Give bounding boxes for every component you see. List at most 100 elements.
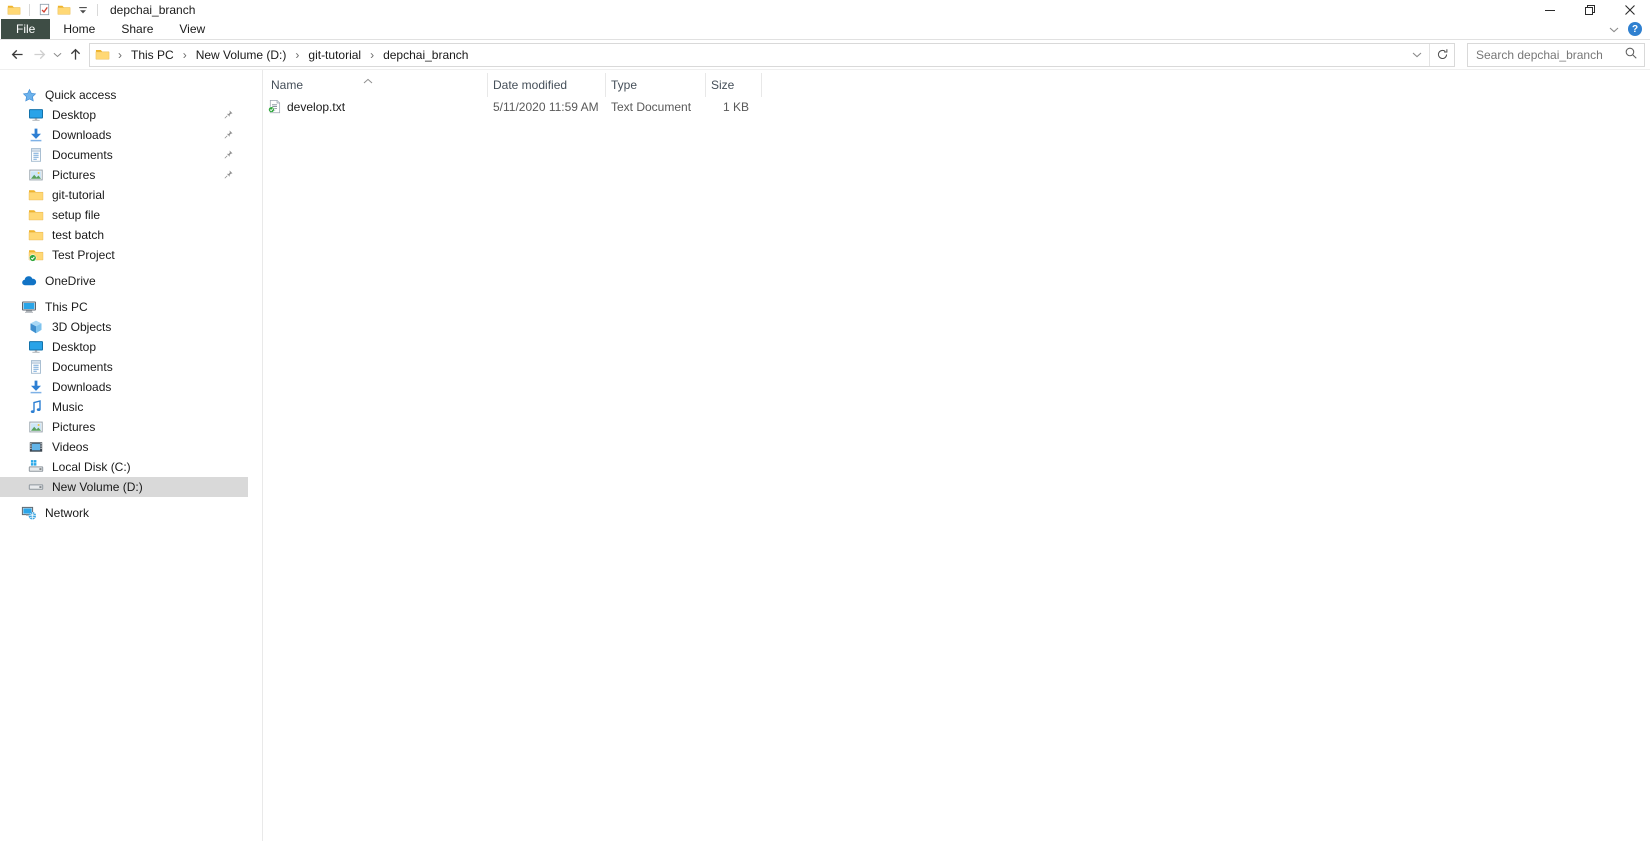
column-header-size[interactable]: Size [706, 73, 762, 97]
onedrive-cloud-icon [21, 273, 37, 289]
sidebar-item-label: Documents [52, 360, 113, 374]
sidebar-item-test-project[interactable]: Test Project [0, 245, 248, 265]
app-folder-icon [7, 3, 21, 17]
file-row-develop-txt[interactable]: develop.txt 5/11/2020 11:59 AM Text Docu… [263, 97, 1650, 116]
column-header-date-modified[interactable]: Date modified [488, 73, 606, 97]
music-icon [28, 399, 44, 415]
expand-ribbon-icon[interactable] [1609, 22, 1619, 36]
sidebar-item-label: New Volume (D:) [52, 480, 143, 494]
sidebar-section-onedrive[interactable]: OneDrive [0, 271, 248, 291]
star-icon [21, 87, 37, 103]
sidebar-item-label: Desktop [52, 108, 97, 122]
breadcrumb-this-pc[interactable]: This PC [126, 48, 179, 62]
sidebar-item-label: Downloads [52, 380, 112, 394]
breadcrumb-separator: › [182, 47, 187, 62]
breadcrumb-separator: › [370, 47, 375, 62]
search-input[interactable] [1476, 47, 1624, 62]
customize-quick-access-toolbar-icon[interactable] [77, 4, 89, 16]
properties-check-icon[interactable] [38, 3, 51, 16]
disk-icon [28, 479, 44, 495]
file-list-pane[interactable]: Name Date modified Type Size develop.txt… [263, 70, 1650, 841]
file-explorer-window: depchai_branch File Home Share View ? › … [0, 0, 1650, 841]
3d-cube-icon [28, 319, 44, 335]
sidebar-section-network[interactable]: Network [0, 503, 248, 523]
navigation-toolbar: › This PC › New Volume (D:) › git-tutori… [0, 40, 1650, 70]
pin-icon [223, 169, 234, 180]
desktop-icon [28, 339, 44, 355]
breadcrumb-separator: › [295, 47, 300, 62]
desktop-icon [28, 107, 44, 123]
sidebar-item-label: Pictures [52, 168, 96, 182]
sidebar-item-local-disk-c[interactable]: Local Disk (C:) [0, 457, 248, 477]
restore-button[interactable] [1570, 0, 1610, 19]
breadcrumb-new-volume-d[interactable]: New Volume (D:) [191, 48, 292, 62]
breadcrumb-depchai-branch[interactable]: depchai_branch [378, 48, 473, 62]
sidebar-section-this-pc[interactable]: This PC [0, 297, 248, 317]
file-date-modified: 5/11/2020 11:59 AM [493, 99, 599, 114]
search-icon[interactable] [1624, 46, 1638, 63]
sidebar-item-documents[interactable]: Documents [0, 145, 248, 165]
address-folder-icon [95, 47, 110, 62]
close-button[interactable] [1610, 0, 1650, 19]
sidebar-item-music[interactable]: Music [0, 397, 248, 417]
column-header-name[interactable]: Name [263, 73, 488, 97]
sidebar-item-label: test batch [52, 228, 105, 242]
sidebar-item-label: Videos [52, 440, 89, 454]
address-bar[interactable]: › This PC › New Volume (D:) › git-tutori… [89, 42, 1455, 67]
sidebar-item-downloads[interactable]: Downloads [0, 125, 248, 145]
tab-file[interactable]: File [1, 19, 51, 39]
folder-icon [28, 187, 44, 203]
caption-buttons [1530, 0, 1650, 19]
pin-icon [223, 129, 234, 140]
pin-icon [223, 109, 234, 120]
back-button[interactable] [6, 43, 28, 67]
sidebar-item-downloads-pc[interactable]: Downloads [0, 377, 248, 397]
minimize-button[interactable] [1530, 0, 1570, 19]
sidebar-section-label: Quick access [45, 88, 117, 102]
folder-icon [28, 207, 44, 223]
new-folder-icon[interactable] [57, 3, 71, 17]
forward-button[interactable] [28, 43, 50, 67]
sidebar-item-label: Music [52, 400, 84, 414]
videos-icon [28, 439, 44, 455]
sidebar-item-3d-objects[interactable]: 3D Objects [0, 317, 248, 337]
help-icon[interactable]: ? [1628, 22, 1642, 36]
sidebar-item-label: Pictures [52, 420, 96, 434]
sidebar-section-label: This PC [45, 300, 88, 314]
sidebar-item-pictures-pc[interactable]: Pictures [0, 417, 248, 437]
address-dropdown-icon[interactable] [1405, 44, 1429, 66]
pictures-icon [28, 167, 44, 183]
sidebar-item-git-tutorial[interactable]: git-tutorial [0, 185, 248, 205]
sidebar-item-label: Documents [52, 148, 113, 162]
sidebar-section-label: Network [45, 506, 90, 520]
tab-home[interactable]: Home [50, 19, 108, 39]
quick-access-toolbar [7, 3, 100, 17]
column-header-type[interactable]: Type [606, 73, 706, 97]
up-button[interactable] [64, 43, 86, 67]
refresh-icon[interactable] [1430, 44, 1454, 66]
sidebar-section-quick-access[interactable]: Quick access [0, 85, 248, 105]
sidebar-item-pictures[interactable]: Pictures [0, 165, 248, 185]
text-file-synced-icon [267, 99, 282, 114]
sidebar-item-desktop-pc[interactable]: Desktop [0, 337, 248, 357]
search-box [1467, 42, 1645, 67]
sidebar-item-new-volume-d[interactable]: New Volume (D:) [0, 477, 248, 497]
sidebar-item-videos[interactable]: Videos [0, 437, 248, 457]
sidebar-item-label: 3D Objects [52, 320, 112, 334]
documents-icon [28, 147, 44, 163]
pictures-icon [28, 419, 44, 435]
breadcrumb-git-tutorial[interactable]: git-tutorial [303, 48, 366, 62]
tab-view[interactable]: View [166, 19, 218, 39]
navigation-pane: Quick access Desktop Downloads Documents… [0, 70, 263, 841]
tab-share[interactable]: Share [108, 19, 166, 39]
recent-locations-icon[interactable] [50, 43, 64, 67]
sidebar-item-test-batch[interactable]: test batch [0, 225, 248, 245]
divider [29, 3, 30, 16]
documents-icon [28, 359, 44, 375]
sidebar-item-documents-pc[interactable]: Documents [0, 357, 248, 377]
sidebar-item-label: git-tutorial [52, 188, 105, 202]
sidebar-item-setup-file[interactable]: setup file [0, 205, 248, 225]
file-type: Text Document [611, 99, 692, 114]
downloads-icon [28, 127, 44, 143]
sidebar-item-desktop[interactable]: Desktop [0, 105, 248, 125]
